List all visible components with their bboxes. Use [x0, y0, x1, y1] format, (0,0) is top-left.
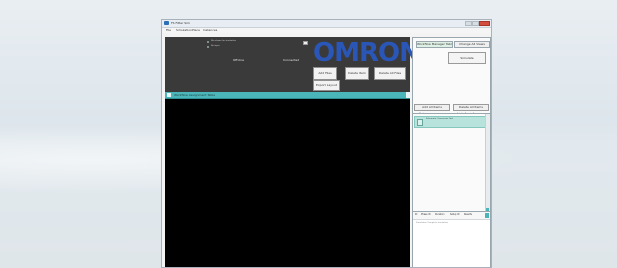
app-window: FS Fitter Sim File Simulation Place Inst…: [161, 19, 492, 268]
menu-place[interactable]: Place: [192, 28, 200, 33]
export-layout-button[interactable]: Export Layout: [313, 80, 340, 91]
log-row: Simulation Complete simulation: [416, 222, 448, 224]
status-connected: Connected: [283, 58, 300, 62]
log-col-results: Results: [464, 213, 472, 216]
panel-checkbox[interactable]: [303, 41, 308, 45]
document-icon: [417, 119, 423, 126]
option-label-1: Not shown for simulation: [211, 40, 237, 42]
maximize-button[interactable]: [472, 21, 479, 26]
list-item-label: Schematic Conversion Tool: [426, 118, 453, 120]
log-scroll-indicator: [485, 213, 489, 218]
menu-instances[interactable]: Instances: [203, 28, 217, 33]
close-button[interactable]: [479, 21, 490, 26]
workflow-header-text: Workflow Assignment Table: [174, 93, 216, 97]
header-icon: [167, 93, 171, 97]
option-radio-1[interactable]: [207, 41, 209, 43]
log-col-setup: Setup ID: [450, 213, 460, 216]
log-header: ID Phase ID Duration Setup ID Results: [413, 212, 490, 220]
tab-workflow-manager[interactable]: Workflow Manager Table: [416, 41, 453, 48]
tab-change-views[interactable]: Change All Views: [454, 41, 490, 48]
title-bar: FS Fitter Sim: [162, 20, 491, 28]
simulate-button[interactable]: Simulate: [448, 52, 486, 64]
workflow-header-bar: Workflow Assignment Table: [165, 92, 410, 99]
window-title: FS Fitter Sim: [171, 21, 190, 25]
simulation-viewport[interactable]: [165, 99, 410, 267]
menu-simulation[interactable]: Simulation: [176, 28, 192, 33]
minimize-button[interactable]: [465, 21, 472, 26]
delete-all-files-button[interactable]: Delete All Files: [374, 67, 406, 80]
option-radio-2[interactable]: [207, 46, 209, 48]
menu-file[interactable]: File: [166, 28, 171, 33]
log-col-duration: Duration: [435, 213, 445, 216]
menu-bar: File Simulation Place Instances: [162, 28, 491, 33]
delete-all-items-button[interactable]: Delete All Items: [453, 104, 489, 111]
add-all-items-button[interactable]: Add All Items: [414, 104, 450, 111]
log-col-phase: Phase ID: [421, 213, 431, 216]
log-col-id: ID: [415, 213, 418, 216]
omron-logo: OMRON: [313, 38, 421, 68]
list-scrollbar[interactable]: [485, 114, 490, 212]
add-files-button[interactable]: Add Files: [313, 67, 337, 80]
item-list: Schematic Conversion Tool: [412, 113, 491, 213]
status-offline: Off-line: [233, 58, 244, 62]
list-item[interactable]: Schematic Conversion Tool: [414, 116, 489, 128]
app-icon: [164, 21, 169, 25]
delete-item-button[interactable]: Delete Item: [345, 67, 369, 80]
log-panel: ID Phase ID Duration Setup ID Results Si…: [412, 211, 491, 267]
option-label-2: No input: [211, 45, 220, 47]
header-end-cap: [406, 92, 410, 98]
control-panel: Not shown for simulation No input Off-li…: [165, 37, 421, 93]
